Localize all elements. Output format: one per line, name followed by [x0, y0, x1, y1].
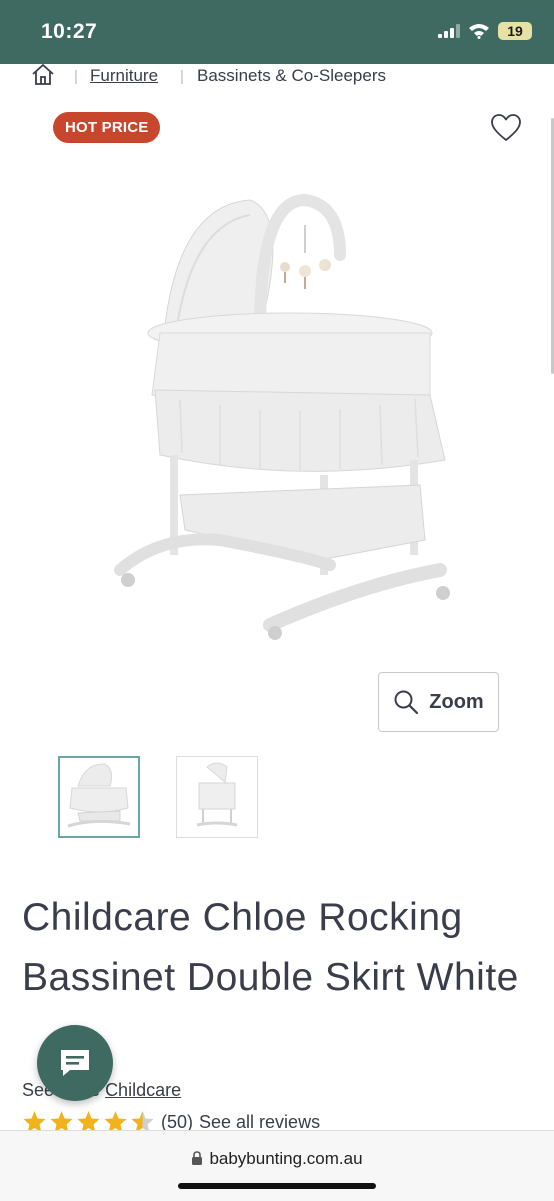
home-indicator[interactable]	[178, 1183, 376, 1189]
breadcrumb: | Furniture | Bassinets & Co-Sleepers	[0, 64, 554, 90]
battery-indicator: 19	[498, 22, 532, 40]
thumbnail-image	[196, 762, 238, 827]
zoom-label: Zoom	[429, 690, 484, 713]
breadcrumb-link-furniture[interactable]: Furniture	[90, 66, 158, 86]
wifi-icon	[469, 24, 489, 39]
url-display[interactable]: babybunting.com.au	[0, 1149, 554, 1169]
breadcrumb-separator: |	[180, 68, 184, 85]
brand-link[interactable]: Childcare	[105, 1080, 181, 1100]
browser-url-bar: babybunting.com.au	[0, 1130, 554, 1201]
breadcrumb-separator: |	[74, 68, 78, 85]
battery-level: 19	[507, 23, 523, 39]
thumbnail-2[interactable]	[176, 756, 258, 838]
hot-price-badge: HOT PRICE	[53, 112, 161, 143]
cellular-signal-icon	[438, 24, 460, 38]
lock-icon	[192, 1151, 203, 1165]
heart-icon[interactable]	[490, 114, 522, 142]
status-icons: 19	[438, 22, 532, 40]
status-time: 10:27	[41, 20, 98, 43]
thumbnail-image	[67, 763, 131, 828]
search-icon	[394, 690, 419, 715]
thumbnail-1[interactable]	[58, 756, 140, 838]
status-bar: 10:27 19	[0, 0, 554, 64]
url-text: babybunting.com.au	[209, 1149, 363, 1168]
home-icon[interactable]	[30, 62, 56, 88]
chat-bubble-icon	[61, 1050, 89, 1076]
chat-button[interactable]	[37, 1025, 113, 1101]
zoom-button[interactable]: Zoom	[378, 672, 499, 732]
product-title: Childcare Chloe Rocking Bassinet Double …	[22, 896, 519, 999]
product-image[interactable]	[100, 185, 480, 655]
breadcrumb-current: Bassinets & Co-Sleepers	[197, 66, 386, 85]
